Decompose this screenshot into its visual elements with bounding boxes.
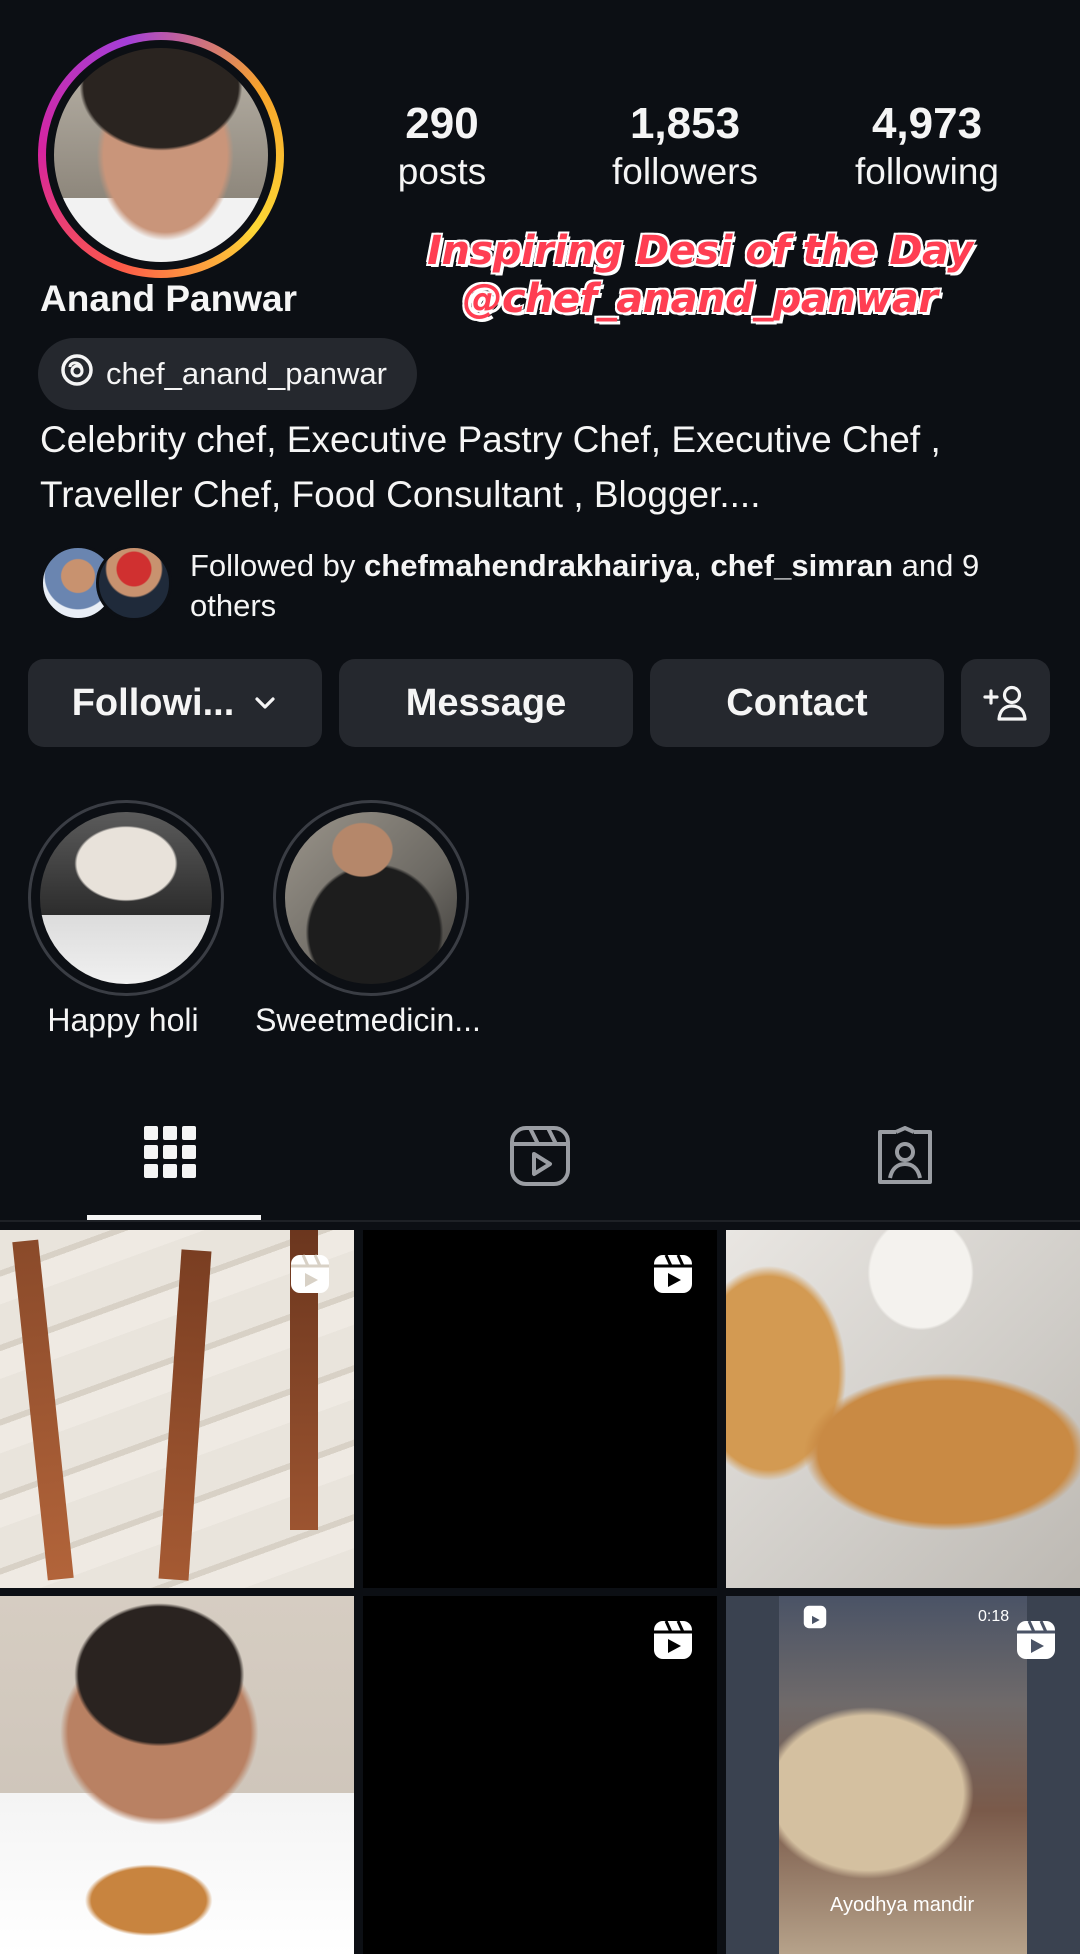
- video-duration: 0:18: [978, 1608, 1010, 1625]
- tagged-tab[interactable]: [874, 1125, 936, 1193]
- highlight-sweetmedicine[interactable]: Sweetmedicin...: [255, 800, 481, 1038]
- avatar: [96, 545, 172, 621]
- overlay-handle: @chef_anand_panwar: [462, 276, 938, 322]
- following-label: following: [855, 151, 999, 193]
- grid-post[interactable]: [363, 1596, 717, 1954]
- grid-icon: [140, 1126, 200, 1186]
- posts-stat[interactable]: 290 posts: [357, 99, 527, 196]
- separator: ,: [693, 548, 711, 583]
- followed-by-prefix: Followed by: [190, 548, 365, 583]
- highlight-label: Sweetmedicin...: [255, 1002, 481, 1038]
- grid-post[interactable]: [726, 1230, 1080, 1588]
- threads-badge[interactable]: chef_anand_panwar: [38, 338, 417, 410]
- followers-stat[interactable]: 1,853 followers: [600, 99, 770, 196]
- posts-label: posts: [397, 151, 487, 193]
- following-label: Followi...: [71, 681, 235, 724]
- add-person-icon: [982, 683, 1030, 723]
- mutual-followers-avatars[interactable]: [40, 545, 172, 621]
- mutual-user-2[interactable]: chef_simran: [710, 548, 893, 583]
- followed-by-text[interactable]: Followed by chefmahendrakhairiya, chef_s…: [190, 546, 1050, 626]
- suggest-users-button[interactable]: [961, 659, 1050, 747]
- highlight-cover: [40, 812, 212, 984]
- posts-grid-tab[interactable]: [140, 1122, 200, 1187]
- highlight-label: Happy holi: [47, 1002, 199, 1038]
- highlight-happy-holi[interactable]: Happy holi: [28, 800, 224, 1038]
- tagged-icon: [874, 1125, 936, 1192]
- reels-tab[interactable]: [508, 1124, 572, 1193]
- threads-handle: chef_anand_panwar: [106, 356, 387, 391]
- following-count: 4,973: [871, 99, 983, 148]
- overlay-title: Inspiring Desi of the Day: [427, 228, 973, 274]
- message-button[interactable]: Message: [339, 659, 633, 747]
- bio-line-2[interactable]: Traveller Chef, Food Consultant , Blogge…: [40, 467, 761, 522]
- bio-line-1: Celebrity chef, Executive Pastry Chef, E…: [40, 419, 941, 460]
- grid-post[interactable]: [363, 1230, 717, 1588]
- avatar-photo: [54, 48, 268, 262]
- reel-icon: [288, 1252, 332, 1301]
- posts-count: 290: [405, 99, 479, 148]
- grid-post[interactable]: [0, 1230, 354, 1588]
- reel-icon: [1014, 1618, 1058, 1667]
- reel-icon: [651, 1618, 695, 1667]
- small-reel-icon: [802, 1604, 828, 1635]
- reels-icon: [508, 1126, 572, 1192]
- tab-divider: [0, 1220, 1080, 1222]
- contact-button[interactable]: Contact: [650, 659, 944, 747]
- profile-name: Anand Panwar: [40, 278, 297, 319]
- reel-icon: [651, 1252, 695, 1301]
- grid-post[interactable]: 0:18 Ayodhya mandir: [726, 1596, 1080, 1954]
- highlight-cover: [285, 812, 457, 984]
- profile-avatar[interactable]: [38, 32, 284, 278]
- post-caption: Ayodhya mandir: [830, 1894, 975, 1916]
- following-stat[interactable]: 4,973 following: [842, 99, 1012, 196]
- followers-label: followers: [612, 151, 758, 193]
- threads-icon: [58, 351, 96, 397]
- mutual-user-1[interactable]: chefmahendrakhairiya: [364, 548, 693, 583]
- following-button[interactable]: Followi...: [28, 659, 322, 747]
- chevron-down-icon: [252, 690, 278, 716]
- grid-post[interactable]: [0, 1596, 354, 1954]
- followers-count: 1,853: [629, 99, 741, 148]
